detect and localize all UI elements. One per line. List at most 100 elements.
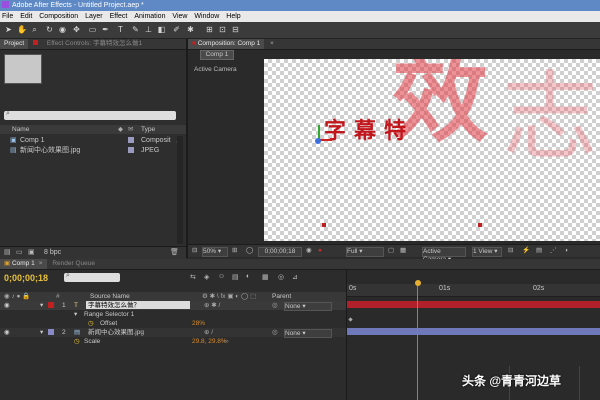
bit-depth-button[interactable]: 8 bpc (44, 247, 61, 259)
tab-comp[interactable]: ▣ Comp 1 × (0, 259, 47, 269)
project-scrollbar[interactable] (177, 136, 183, 244)
region-of-interest-icon[interactable]: ▢ (388, 245, 394, 257)
current-time-field[interactable]: 0;00;00;18 (258, 247, 302, 257)
label-color-swatch[interactable] (48, 329, 54, 335)
menu-composition[interactable]: Composition (39, 13, 78, 20)
auto-keyframe-icon[interactable]: ◎ (278, 273, 284, 281)
close-icon[interactable]: × (270, 40, 274, 47)
trash-icon[interactable]: 🗑 (170, 247, 179, 259)
project-item[interactable]: ▤ 新闻中心效果图.jpg JPEG (0, 146, 186, 155)
toggle-pixel-aspect-icon[interactable]: ⊟ (508, 245, 513, 257)
pan-behind-tool-icon[interactable]: ✥ (72, 25, 81, 34)
bounding-box-handle[interactable] (478, 223, 482, 227)
project-item[interactable]: ▣ Comp 1 Composit ⋰ (0, 136, 186, 145)
offset-value[interactable]: 28% (192, 319, 205, 328)
puppet-tool-icon[interactable]: ✱ (186, 25, 195, 34)
layer-name[interactable]: 新闻中心效果图.jpg (88, 328, 144, 337)
layer-switches-icon[interactable]: ⊕ ✱ / (204, 301, 220, 310)
bounding-box-handle[interactable] (322, 223, 326, 227)
brush-tool-icon[interactable]: ✎ (131, 25, 140, 34)
expand-triangle-icon[interactable]: ▾ (40, 328, 43, 337)
camera-view-dropdown[interactable]: Active Camera ▾ (422, 247, 466, 263)
menu-effect[interactable]: Effect (110, 13, 128, 20)
camera-tool-icon[interactable]: ◉ (58, 25, 67, 34)
safe-zones-icon[interactable]: ⊞ (232, 245, 237, 257)
playhead-handle[interactable] (415, 280, 421, 286)
flowchart-icon[interactable]: ⋰ (550, 245, 557, 257)
new-composition-icon[interactable]: ▣ (28, 247, 35, 259)
show-channel-icon[interactable]: ● (318, 245, 322, 257)
interpret-footage-icon[interactable]: ▤ (4, 247, 11, 259)
draft-3d-icon[interactable]: ◈ (204, 273, 209, 281)
comp-flow-button[interactable]: Comp 1 (200, 50, 234, 60)
menu-file[interactable]: File (2, 13, 13, 20)
pickwhip-icon[interactable]: ◎ (272, 328, 278, 337)
hand-tool-icon[interactable]: ✋ (17, 25, 27, 34)
layer-1-track-bar[interactable] (347, 301, 600, 308)
layer-search-input[interactable]: ⌕ (64, 272, 120, 282)
zoom-tool-icon[interactable]: ⌕ (30, 25, 39, 34)
menu-view[interactable]: View (172, 13, 187, 20)
menu-animation[interactable]: Animation (134, 13, 165, 20)
layer-name-field[interactable]: 字幕特效怎么做？ (86, 301, 190, 309)
keyframe[interactable] (348, 317, 353, 322)
label-color-swatch[interactable] (128, 137, 134, 143)
tab-project[interactable]: Project (0, 39, 29, 49)
fast-preview-icon[interactable]: ⚡ (522, 245, 530, 257)
roto-brush-tool-icon[interactable]: ✐ (172, 25, 181, 34)
text-layer[interactable]: 字幕特 (324, 121, 414, 143)
tab-composition[interactable]: ■ Composition: Comp 1 (188, 39, 265, 49)
col-parent[interactable]: Parent (272, 292, 291, 301)
axis-local-icon[interactable]: ⊞ (205, 25, 214, 34)
lock-icon[interactable] (33, 40, 39, 45)
snapshot-icon[interactable]: ◉ (306, 245, 312, 257)
expand-triangle-icon[interactable]: ▾ (74, 310, 77, 319)
shy-layers-icon[interactable]: ☺ (218, 273, 225, 280)
col-type[interactable]: Type (141, 125, 155, 134)
constrain-proportions-icon[interactable]: ∞ (224, 337, 229, 346)
magnification-dropdown[interactable]: 50% ▾ (202, 247, 228, 257)
graph-editor-icon[interactable]: ⊿ (292, 273, 298, 281)
exposure-icon[interactable]: ◑ (564, 245, 568, 257)
rotate-tool-icon[interactable]: ↻ (45, 25, 54, 34)
label-color-swatch[interactable] (48, 302, 54, 308)
menu-window[interactable]: Window (194, 13, 219, 20)
rectangle-tool-icon[interactable]: ▭ (88, 25, 97, 34)
stopwatch-icon[interactable]: ◷ (74, 337, 80, 346)
menu-layer[interactable]: Layer (85, 13, 103, 20)
tab-render-queue[interactable]: Render Queue (48, 259, 99, 269)
playhead-line[interactable] (417, 286, 418, 400)
mask-visibility-icon[interactable]: ◯ (246, 245, 253, 257)
always-preview-icon[interactable]: ⊟ (192, 245, 197, 257)
label-color-swatch[interactable] (128, 147, 134, 153)
z-axis-gizmo[interactable] (315, 138, 321, 144)
stopwatch-icon[interactable]: ◷ (88, 319, 94, 328)
pen-tool-icon[interactable]: ✒ (101, 25, 110, 34)
composition-viewer[interactable]: 效 志 字幕特 (264, 59, 600, 241)
expand-triangle-icon[interactable]: ▾ (40, 301, 43, 310)
timeline-icon[interactable]: ▤ (536, 245, 542, 257)
visibility-eye-icon[interactable]: ◉ (4, 301, 10, 310)
type-tool-icon[interactable]: T (116, 25, 125, 34)
resolution-dropdown[interactable]: Full ▾ (346, 247, 384, 257)
col-name[interactable]: Name (12, 125, 29, 134)
search-input[interactable]: ⌕ (4, 110, 176, 120)
transparency-grid-icon[interactable]: ▦ (400, 245, 406, 257)
layer-2-track-bar[interactable] (347, 328, 600, 335)
tab-effect-controls[interactable]: Effect Controls: 字幕特效怎么做1 (43, 39, 146, 49)
col-source-name[interactable]: Source Name (90, 292, 130, 301)
clone-stamp-tool-icon[interactable]: ⊥ (144, 25, 153, 34)
new-folder-icon[interactable]: ▭ (16, 247, 23, 259)
composition-mini-flowchart-icon[interactable]: ⇆ (190, 273, 196, 281)
scale-value[interactable]: 29.8, 29.8% (192, 337, 227, 346)
time-ruler[interactable]: 0s 01s 02s (347, 284, 600, 297)
eraser-tool-icon[interactable]: ◧ (157, 25, 166, 34)
brainstorm-icon[interactable]: ▦ (262, 273, 269, 281)
menu-edit[interactable]: Edit (20, 13, 32, 20)
view-layout-dropdown[interactable]: 1 View ▾ (472, 247, 502, 257)
axis-view-icon[interactable]: ⊟ (231, 25, 240, 34)
selection-tool-icon[interactable]: ➤ (4, 25, 13, 34)
frame-blending-icon[interactable]: ▤ (232, 273, 239, 281)
visibility-eye-icon[interactable]: ◉ (4, 328, 10, 337)
axis-world-icon[interactable]: ⊡ (218, 25, 227, 34)
